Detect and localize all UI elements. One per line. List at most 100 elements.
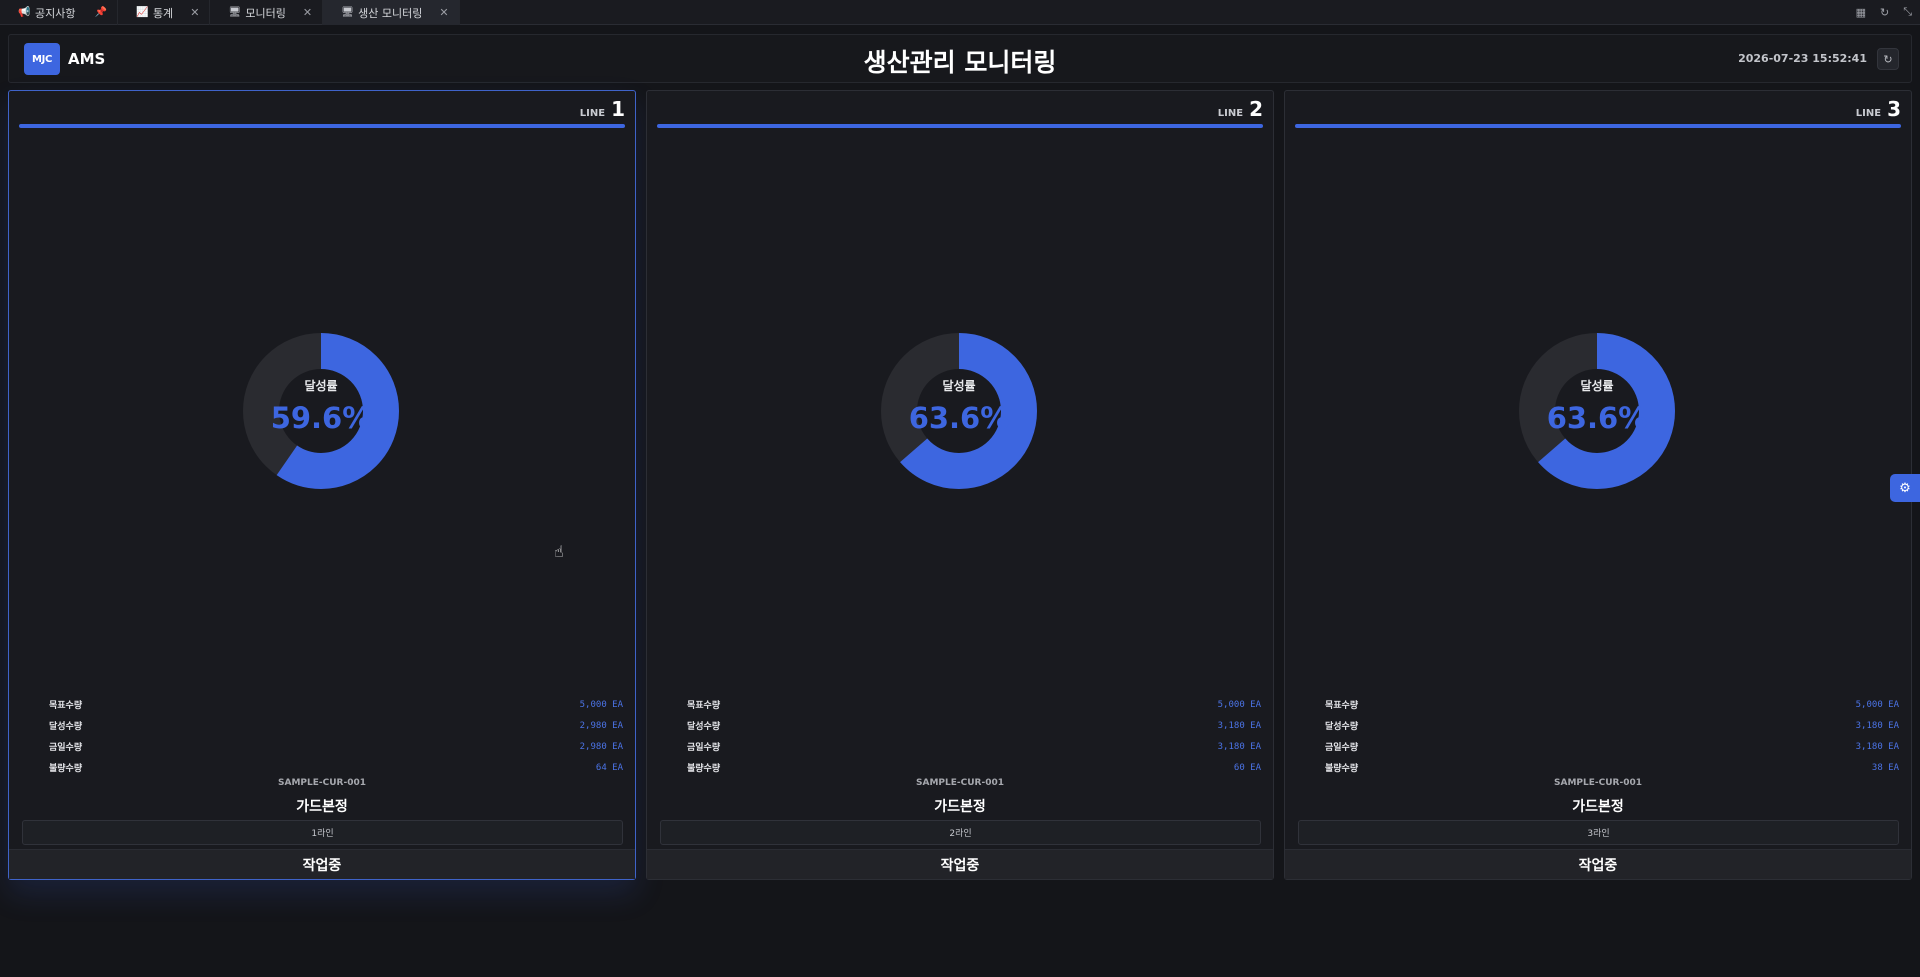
- chart-icon: 📈: [135, 7, 149, 18]
- line-number: 2: [1249, 97, 1263, 121]
- tab-label: 생산 모니터링: [358, 6, 423, 20]
- stat-row: 불량수량 60 EA: [687, 757, 1261, 778]
- status-bar: 작업중: [9, 849, 635, 879]
- stat-row: 달성수량 2,980 EA: [49, 715, 623, 736]
- stat-value: 5,000 EA: [1217, 699, 1261, 710]
- current-datetime: 2026-07-23 15:52:41: [1738, 52, 1867, 65]
- stat-name: 목표수량: [687, 701, 721, 711]
- stat-value: 60 EA: [1233, 762, 1261, 773]
- megaphone-icon: 📢: [18, 7, 31, 18]
- tab-statistics[interactable]: 📈 통계 ✕: [118, 0, 211, 25]
- line-heading: LINE 2: [1218, 97, 1263, 121]
- stat-value: 3,180 EA: [1855, 720, 1899, 731]
- tab-label: 통계: [152, 6, 174, 20]
- line-panel-1[interactable]: LINE 1 달성률 59.6% 목표수량 5,000 EA 달성수량 2,980 …: [8, 90, 636, 880]
- stats-list: 목표수량 5,000 EA 달성수량 2,980 EA 금일수량 2,980 EA 불…: [49, 694, 623, 778]
- tab-bar: 📢 공지사항 📌 📈 통계 ✕ 🖥 모니터링 ✕ 🖥 생산 모니터링 ✕ ▦ ↻…: [0, 0, 1920, 25]
- line-number: 1: [611, 97, 625, 121]
- stat-row: 달성수량 3,180 EA: [687, 715, 1261, 736]
- stat-row: 목표수량 5,000 EA: [1325, 694, 1899, 715]
- donut-label: 달성률: [942, 379, 976, 393]
- stat-name: 달성수량: [687, 722, 721, 732]
- stat-name: 금일수량: [687, 743, 721, 753]
- close-icon[interactable]: ✕: [190, 6, 199, 19]
- refresh-icon: ↻: [1883, 52, 1893, 66]
- achievement-donut: 달성률 63.6%: [1517, 331, 1677, 491]
- line-panel-3[interactable]: LINE 3 달성률 63.6% 목표수량 5,000 EA 달성수량 3,180 …: [1284, 90, 1912, 880]
- stat-row: 목표수량 5,000 EA: [687, 694, 1261, 715]
- stat-name: 금일수량: [49, 743, 83, 753]
- grid-icon[interactable]: ▦: [1856, 6, 1866, 19]
- tab-label: 공지사항: [35, 6, 76, 20]
- product-name: 가드본정: [1572, 799, 1624, 815]
- close-icon[interactable]: ✕: [439, 6, 448, 19]
- line-name-box: 1라인: [22, 820, 623, 845]
- product-code: SAMPLE-CUR-001: [278, 778, 366, 788]
- progress-fill: [19, 124, 625, 128]
- tab-production-monitoring[interactable]: 🖥 생산 모니터링 ✕: [323, 0, 460, 25]
- progress-bar: [1295, 124, 1901, 128]
- page-title: 생산관리 모니터링: [863, 48, 1057, 77]
- line-number: 3: [1887, 97, 1901, 121]
- progress-fill: [1295, 124, 1901, 128]
- stats-list: 목표수량 5,000 EA 달성수량 3,180 EA 금일수량 3,180 EA 불…: [687, 694, 1261, 778]
- refresh-icon[interactable]: ↻: [1880, 6, 1889, 19]
- line-heading: LINE 1: [580, 97, 625, 121]
- donut-label: 달성률: [304, 379, 338, 393]
- stat-value: 38 EA: [1871, 762, 1899, 773]
- stat-name: 달성수량: [49, 722, 83, 732]
- stat-row: 불량수량 64 EA: [49, 757, 623, 778]
- close-icon[interactable]: ✕: [303, 6, 312, 19]
- refresh-button[interactable]: ↻: [1877, 48, 1899, 70]
- line-panels: LINE 1 달성률 59.6% 목표수량 5,000 EA 달성수량 2,980 …: [8, 90, 1912, 880]
- stat-value: 64 EA: [595, 762, 623, 773]
- product-code: SAMPLE-CUR-001: [1554, 778, 1642, 788]
- stat-value: 2,980 EA: [579, 741, 623, 752]
- line-word: LINE: [1217, 108, 1244, 119]
- monitor-icon: 🖥: [341, 7, 354, 18]
- stat-value: 3,180 EA: [1217, 741, 1261, 752]
- monitor-icon: 🖥: [228, 7, 242, 18]
- line-name-box: 2라인: [660, 820, 1261, 845]
- stat-name: 목표수량: [49, 701, 83, 711]
- tab-monitoring[interactable]: 🖥 모니터링 ✕: [210, 0, 324, 25]
- donut-label: 달성률: [1580, 379, 1614, 393]
- status-bar: 작업중: [647, 849, 1273, 879]
- stat-name: 목표수량: [1325, 701, 1359, 711]
- line-word: LINE: [1855, 108, 1882, 119]
- pin-icon[interactable]: 📌: [94, 7, 106, 18]
- collapse-icon[interactable]: ⤡: [1903, 5, 1912, 19]
- line-heading: LINE 3: [1856, 97, 1901, 121]
- donut-value: 63.6%: [1546, 401, 1648, 435]
- stat-row: 금일수량 3,180 EA: [1325, 736, 1899, 757]
- achievement-donut: 달성률 63.6%: [879, 331, 1039, 491]
- progress-bar: [19, 124, 625, 128]
- stat-row: 불량수량 38 EA: [1325, 757, 1899, 778]
- stat-row: 금일수량 2,980 EA: [49, 736, 623, 757]
- progress-fill: [657, 124, 1263, 128]
- stat-value: 2,980 EA: [579, 720, 623, 731]
- status-bar: 작업중: [1285, 849, 1911, 879]
- stat-name: 불량수량: [1325, 764, 1359, 774]
- line-panel-2[interactable]: LINE 2 달성률 63.6% 목표수량 5,000 EA 달성수량 3,180 …: [646, 90, 1274, 880]
- stat-row: 달성수량 3,180 EA: [1325, 715, 1899, 736]
- stat-row: 목표수량 5,000 EA: [49, 694, 623, 715]
- stat-value: 3,180 EA: [1855, 741, 1899, 752]
- settings-button[interactable]: ⚙: [1890, 474, 1920, 502]
- product-code: SAMPLE-CUR-001: [916, 778, 1004, 788]
- stat-value: 5,000 EA: [1855, 699, 1899, 710]
- stat-name: 금일수량: [1325, 743, 1359, 753]
- tab-tools: ▦ ↻ ⤡: [1856, 0, 1920, 24]
- mouse-cursor: ☝: [554, 542, 564, 561]
- line-name-box: 3라인: [1298, 820, 1899, 845]
- stats-list: 목표수량 5,000 EA 달성수량 3,180 EA 금일수량 3,180 EA 불…: [1325, 694, 1899, 778]
- tab-notice[interactable]: 📢 공지사항 📌: [0, 0, 118, 25]
- stat-name: 불량수량: [49, 764, 83, 774]
- stat-value: 5,000 EA: [579, 699, 623, 710]
- tab-label: 모니터링: [245, 6, 286, 20]
- stat-name: 불량수량: [687, 764, 721, 774]
- progress-bar: [657, 124, 1263, 128]
- product-name: 가드본정: [296, 799, 348, 815]
- achievement-donut: 달성률 59.6%: [241, 331, 401, 491]
- line-word: LINE: [579, 108, 606, 119]
